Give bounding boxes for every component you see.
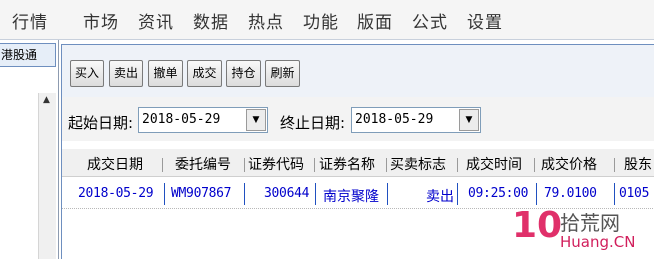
refresh-button[interactable]: 刷新 [265, 60, 300, 87]
menu-item-banmian[interactable]: 版面 [357, 8, 393, 33]
row-separator [164, 183, 165, 205]
cell-side: 卖出 [426, 189, 454, 205]
left-panel: 港股通 ▲ [0, 40, 59, 259]
column-separator [162, 158, 163, 172]
cancel-order-button[interactable]: 撤单 [148, 60, 183, 87]
end-date-label: 终止日期: [280, 114, 346, 132]
start-date-select[interactable]: 2018-05-29 ▼ [138, 107, 268, 133]
trade-toolbar: 买入 卖出 撤单 成交 持仓 刷新 [62, 45, 654, 97]
column-header-trade-time[interactable]: 成交时间 [466, 154, 522, 174]
sell-button[interactable]: 卖出 [109, 60, 143, 87]
column-header-trade-date[interactable]: 成交日期 [87, 154, 143, 174]
column-separator [386, 158, 387, 172]
cell-order-id: WM907867 [171, 186, 232, 201]
column-header-side[interactable]: 买卖标志 [390, 154, 446, 174]
menu-item-shichang[interactable]: 市场 [83, 8, 119, 33]
row-separator [614, 183, 615, 205]
row-separator [244, 183, 245, 205]
column-header-shareholder[interactable]: 股东 [624, 154, 652, 174]
watermark-site-en: Huang.CN [560, 233, 636, 251]
positions-button[interactable]: 持仓 [226, 60, 261, 87]
column-separator [244, 158, 245, 172]
column-header-order-id[interactable]: 委托编号 [175, 154, 231, 174]
column-header-security-code[interactable]: 证券代码 [248, 154, 304, 174]
cell-trade-date: 2018-05-29 [78, 186, 154, 201]
date-filter-bar: 起始日期: 2018-05-29 ▼ 终止日期: 2018-05-29 ▼ [62, 97, 654, 141]
start-date-dropdown-icon[interactable]: ▼ [246, 109, 266, 131]
watermark-site-cn: 拾荒网 [560, 211, 620, 235]
table-header: 成交日期 委托编号 证券代码 证券名称 买卖标志 成交时间 成交价格 股东 [62, 149, 654, 177]
menu-item-redian[interactable]: 热点 [248, 8, 284, 33]
cell-shareholder: 0105 [619, 186, 650, 201]
row-separator [457, 183, 458, 205]
cell-trade-time: 09:25:00 [468, 186, 529, 201]
menu-item-gongneng[interactable]: 功能 [303, 8, 339, 33]
row-separator [536, 183, 537, 205]
buy-button[interactable]: 买入 [70, 60, 104, 87]
cell-trade-price: 79.0100 [544, 186, 597, 201]
menu-item-shuju[interactable]: 数据 [193, 8, 229, 33]
tab-hk-connect[interactable]: 港股通 [0, 43, 56, 67]
menu-item-zixun[interactable]: 资讯 [138, 8, 174, 33]
watermark-number: 10 [512, 205, 563, 246]
menu-item-shezhi[interactable]: 设置 [467, 8, 503, 33]
column-separator [457, 158, 458, 172]
top-menu-bar: 行情 市场 资讯 数据 热点 功能 版面 公式 设置 [0, 0, 654, 40]
column-separator [534, 158, 535, 172]
left-scrollbar[interactable]: ▲ [38, 93, 56, 259]
end-date-value: 2018-05-29 [355, 112, 434, 127]
end-date-dropdown-icon[interactable]: ▼ [459, 109, 479, 131]
menu-item-gongshi[interactable]: 公式 [412, 8, 448, 33]
site-watermark-logo: 10 拾荒网 Huang.CN [512, 205, 654, 259]
filled-orders-button[interactable]: 成交 [187, 60, 222, 87]
column-separator [614, 158, 615, 172]
column-header-trade-price[interactable]: 成交价格 [541, 154, 597, 174]
row-separator [387, 183, 388, 205]
start-date-label: 起始日期: [68, 114, 134, 132]
end-date-select[interactable]: 2018-05-29 ▼ [351, 107, 481, 133]
menu-item-hangqing[interactable]: 行情 [12, 8, 48, 33]
cell-security-name: 南京聚隆 [323, 189, 379, 205]
column-header-security-name[interactable]: 证券名称 [319, 154, 375, 174]
scroll-up-arrow-icon[interactable]: ▲ [43, 95, 50, 105]
column-separator [314, 158, 315, 172]
start-date-value: 2018-05-29 [142, 112, 221, 127]
cell-security-code: 300644 [264, 186, 310, 201]
row-separator [315, 183, 316, 205]
